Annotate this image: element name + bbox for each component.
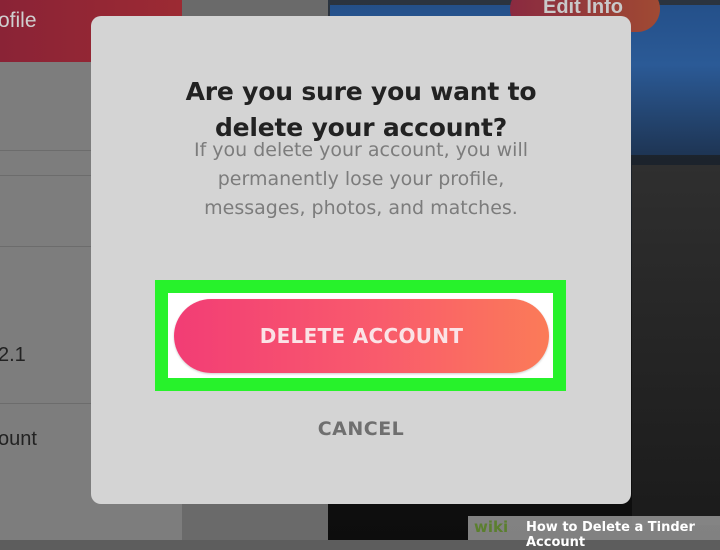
dialog-message-line: messages, photos, and matches. bbox=[204, 197, 518, 219]
watermark-logo: wiki bbox=[474, 518, 509, 536]
dialog-message: If you delete your account, you will per… bbox=[161, 136, 561, 223]
background-row-label-version: 2.1 bbox=[0, 344, 26, 366]
watermark-title: How to Delete a Tinder Account bbox=[526, 520, 695, 550]
background-row-label-account: ount bbox=[0, 428, 37, 450]
dialog-message-line: If you delete your account, you will bbox=[193, 139, 529, 161]
dialog-message-line: permanently lose your profile, bbox=[217, 168, 505, 190]
dialog-title-line: Are you sure you want to bbox=[185, 77, 537, 106]
background-profile-tab-label: ofile bbox=[0, 9, 37, 32]
cancel-button[interactable]: CANCEL bbox=[261, 411, 461, 447]
watermark: wiki How to Delete a Tinder Account bbox=[468, 516, 720, 550]
delete-account-dialog: Are you sure you want to delete your acc… bbox=[91, 16, 631, 504]
delete-account-button[interactable]: DELETE ACCOUNT bbox=[174, 299, 549, 373]
background-photo-building bbox=[632, 165, 720, 525]
